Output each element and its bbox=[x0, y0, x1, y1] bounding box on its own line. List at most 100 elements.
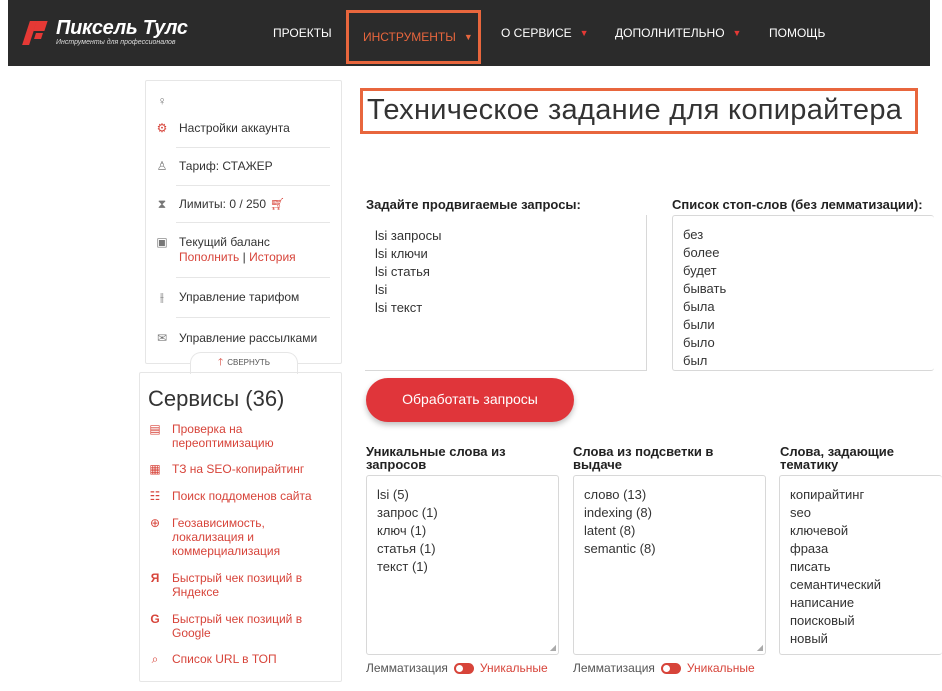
service-label: Геозависимость, локализация и коммерциал… bbox=[172, 516, 281, 558]
service-label: Быстрый чек позиций в Google bbox=[172, 612, 303, 640]
unique-words-textarea[interactable]: lsi (5) запрос (1) ключ (1) статья (1) т… bbox=[366, 475, 559, 655]
nav-additional-label: ДОПОЛНИТЕЛЬНО bbox=[615, 26, 725, 40]
limits-label: Лимиты: 0 / 250 bbox=[179, 197, 267, 211]
query-line: lsi bbox=[375, 282, 388, 297]
history-link[interactable]: История bbox=[249, 250, 296, 264]
unique-words-toggles: Лемматизация Уникальные bbox=[366, 661, 548, 675]
lemmatization-label: Лемматизация bbox=[573, 661, 655, 675]
lemmatization-toggle[interactable] bbox=[660, 662, 681, 674]
service-label: Поиск поддоменов сайта bbox=[172, 489, 312, 503]
caret-down-icon: ▼ bbox=[732, 28, 742, 38]
service-item[interactable]: ▤ Проверка на переоптимизацию bbox=[148, 422, 328, 450]
word-line: новый bbox=[790, 631, 828, 646]
word-line: latent (8) bbox=[584, 523, 636, 538]
unique-label: Уникальные bbox=[686, 661, 755, 675]
collapse-button[interactable]: 🡑 СВЕРНУТЬ bbox=[190, 352, 298, 374]
lemmatization-toggle[interactable] bbox=[453, 662, 474, 674]
stopword-line: более bbox=[683, 245, 720, 260]
stopword-line: без bbox=[683, 227, 704, 242]
highlight-words-textarea[interactable]: слово (13) indexing (8) latent (8) seman… bbox=[573, 475, 766, 655]
highlight-words-toggles: Лемматизация Уникальные bbox=[573, 661, 755, 675]
stopword-line: был bbox=[683, 353, 708, 368]
service-label: Проверка на переоптимизацию bbox=[172, 422, 274, 450]
globe-icon: ⊕ bbox=[149, 516, 161, 530]
divider bbox=[176, 277, 330, 278]
nav-about[interactable]: О СЕРВИСЕ ▼ bbox=[501, 0, 589, 66]
envelope-icon: ✉ bbox=[156, 331, 168, 345]
manage-mailing-link[interactable]: ✉ Управление рассылками bbox=[154, 331, 330, 346]
nav-projects[interactable]: ПРОЕКТЫ bbox=[273, 0, 332, 66]
google-icon: G bbox=[150, 612, 160, 626]
yandex-icon: Я bbox=[150, 571, 160, 585]
stopword-line: была bbox=[683, 299, 715, 314]
resize-handle-icon[interactable]: ◢ bbox=[550, 643, 556, 652]
query-line: lsi статья bbox=[375, 264, 430, 279]
service-item[interactable]: ▦ ТЗ на SEO-копирайтинг bbox=[148, 462, 328, 476]
divider bbox=[176, 147, 330, 148]
manage-tariff-label: Управление тарифом bbox=[179, 290, 300, 304]
topic-words-textarea[interactable]: копирайтинг seo ключевой фраза писать се… bbox=[779, 475, 942, 655]
hourglass-icon: ⧗ bbox=[157, 197, 167, 211]
queries-label: Задайте продвигаемые запросы: bbox=[366, 197, 581, 212]
queries-textarea[interactable]: lsi запросы lsi ключи lsi статья lsi lsi… bbox=[365, 215, 647, 371]
account-settings-link[interactable]: ⚙ Настройки аккаунта bbox=[154, 121, 330, 136]
resize-handle-icon[interactable]: ◢ bbox=[757, 643, 763, 652]
stopwords-textarea[interactable]: без более будет бывать была были было бы… bbox=[672, 215, 934, 371]
service-item[interactable]: G Быстрый чек позиций в Google bbox=[148, 612, 328, 640]
page-title: Техническое задание для копирайтера bbox=[367, 94, 903, 126]
document-icon: ▦ bbox=[149, 462, 161, 476]
manage-tariff-link[interactable]: ⫲ Управление тарифом bbox=[154, 290, 330, 305]
services-title: Сервисы (36) bbox=[148, 386, 285, 411]
nav-help-label: ПОМОЩЬ bbox=[769, 26, 826, 40]
account-limits: ⧗ Лимиты: 0 / 250 🛒︎ bbox=[154, 197, 330, 212]
nav-additional[interactable]: ДОПОЛНИТЕЛЬНО ▼ bbox=[615, 0, 741, 66]
word-line: ключевой bbox=[790, 523, 849, 538]
word-line: indexing (8) bbox=[584, 505, 652, 520]
top-up-link[interactable]: Пополнить bbox=[179, 250, 239, 264]
word-line: lsi (5) bbox=[377, 487, 409, 502]
gear-icon: ⚙ bbox=[156, 121, 168, 135]
service-item[interactable]: ⊕ Геозависимость, локализация и коммерци… bbox=[148, 516, 328, 558]
word-line: написание bbox=[790, 595, 855, 610]
link-divider: | bbox=[242, 250, 246, 264]
nav-tools[interactable]: ИНСТРУМЕНТЫ ▼ bbox=[346, 10, 481, 64]
stopword-line: будет bbox=[683, 263, 717, 278]
stopword-line: было bbox=[683, 335, 715, 350]
word-line: запрос (1) bbox=[377, 505, 438, 520]
balance-label: Текущий баланс bbox=[179, 235, 270, 249]
stopwords-label: Список стоп-слов (без лемматизации): bbox=[672, 197, 923, 212]
brand-tagline: Инструменты для профессионалов bbox=[56, 39, 176, 46]
user-icon: ♀ bbox=[157, 94, 167, 108]
word-line: копирайтинг bbox=[790, 487, 865, 502]
nav-about-label: О СЕРВИСЕ bbox=[501, 26, 572, 40]
word-line: слово (13) bbox=[584, 487, 647, 502]
word-line: текст (1) bbox=[377, 559, 428, 574]
query-line: lsi запросы bbox=[375, 228, 442, 243]
account-tariff: ♙ Тариф: СТАЖЕР bbox=[154, 159, 330, 174]
service-label: Список URL в ТОП bbox=[172, 652, 277, 666]
collapse-label: СВЕРНУТЬ bbox=[227, 358, 270, 367]
service-item[interactable]: ⌕ Список URL в ТОП bbox=[148, 652, 328, 666]
top-navigation-bar: Пиксель Тулс Инструменты для профессиона… bbox=[8, 0, 930, 66]
divider bbox=[176, 222, 330, 223]
caret-down-icon: ▼ bbox=[463, 32, 473, 42]
unique-label: Уникальные bbox=[479, 661, 548, 675]
query-line: lsi текст bbox=[375, 300, 423, 315]
process-queries-button[interactable]: Обработать запросы bbox=[366, 378, 574, 422]
manage-mailing-label: Управление рассылками bbox=[179, 331, 318, 345]
word-line: писать bbox=[790, 559, 831, 574]
word-line: статья (1) bbox=[377, 541, 436, 556]
highlight-words-label: Слова из подсветки в выдаче bbox=[573, 444, 714, 472]
word-line: seo bbox=[790, 505, 811, 520]
stopword-line: были bbox=[683, 317, 715, 332]
caret-down-icon: ▼ bbox=[579, 28, 589, 38]
service-item[interactable]: ☷ Поиск поддоменов сайта bbox=[148, 489, 328, 503]
word-line: фраза bbox=[790, 541, 829, 556]
stopword-line: бывать bbox=[683, 281, 727, 296]
divider bbox=[176, 185, 330, 186]
word-line: поисковый bbox=[790, 613, 855, 628]
service-item[interactable]: Я Быстрый чек позиций в Яндексе bbox=[148, 571, 328, 599]
nav-help[interactable]: ПОМОЩЬ bbox=[769, 0, 825, 66]
brand-logo[interactable]: Пиксель Тулс Инструменты для профессиона… bbox=[22, 18, 188, 47]
cart-icon[interactable]: 🛒︎ bbox=[270, 197, 285, 211]
